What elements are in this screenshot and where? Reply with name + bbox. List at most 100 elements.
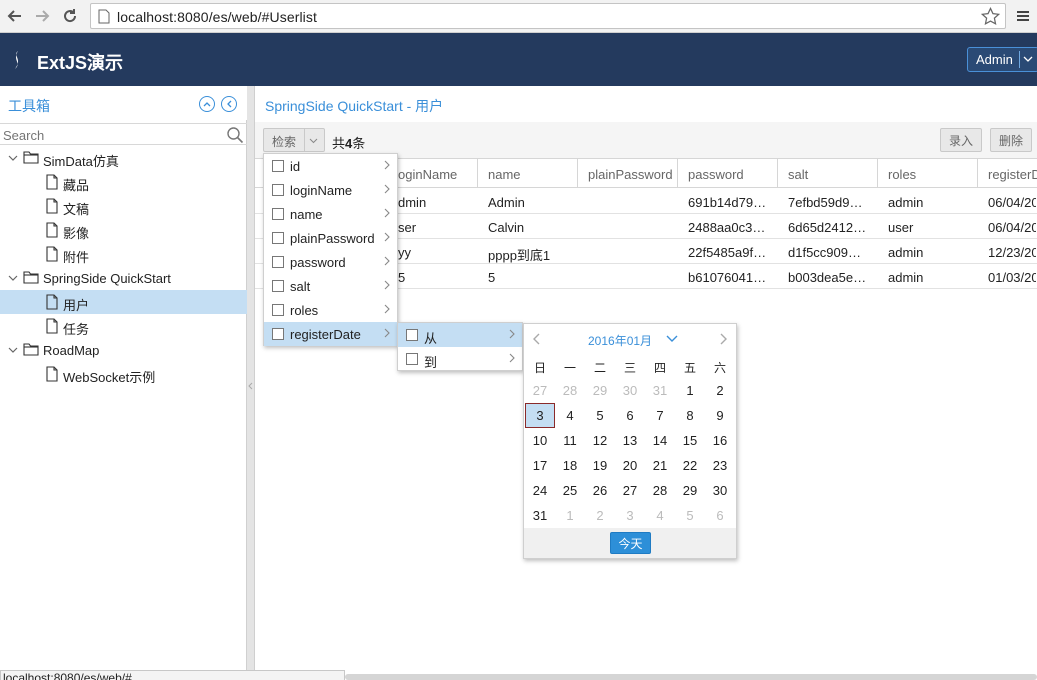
search-filter-button[interactable]: 检索 — [263, 128, 325, 152]
date-cell[interactable]: 26 — [585, 478, 615, 503]
date-cell[interactable]: 2 — [705, 378, 735, 403]
tree-item[interactable]: WebSocket示例 — [0, 362, 247, 386]
date-cell[interactable]: 5 — [675, 503, 705, 528]
date-cell[interactable]: 30 — [705, 478, 735, 503]
date-cell[interactable]: 30 — [615, 378, 645, 403]
menu-item[interactable]: password — [264, 250, 397, 274]
date-cell[interactable]: 1 — [555, 503, 585, 528]
date-cell[interactable]: 23 — [705, 453, 735, 478]
date-cell[interactable]: 31 — [525, 503, 555, 528]
address-bar[interactable]: localhost:8080/es/web/#Userlist — [90, 3, 1006, 29]
expand-chevron-icon[interactable] — [7, 344, 19, 356]
date-cell[interactable]: 19 — [585, 453, 615, 478]
horizontal-scrollbar[interactable] — [345, 674, 1037, 680]
date-cell[interactable]: 24 — [525, 478, 555, 503]
browser-menu-icon[interactable] — [1012, 5, 1034, 27]
month-dropdown-icon[interactable] — [666, 335, 678, 343]
menu-checkbox[interactable] — [272, 328, 284, 340]
add-button[interactable]: 录入 — [940, 128, 982, 152]
bookmark-star-icon[interactable] — [981, 7, 1000, 26]
forward-arrow-icon[interactable] — [31, 5, 53, 27]
search-input[interactable] — [3, 126, 218, 144]
user-menu-button[interactable]: Admin — [967, 47, 1037, 72]
menu-item[interactable]: registerDate — [264, 322, 397, 346]
date-cell[interactable]: 7 — [645, 403, 675, 428]
date-cell[interactable]: 11 — [555, 428, 585, 453]
date-cell[interactable]: 20 — [615, 453, 645, 478]
date-cell[interactable]: 29 — [585, 378, 615, 403]
column-header[interactable]: registerD — [978, 159, 1037, 188]
menu-item[interactable]: loginName — [264, 178, 397, 202]
menu-item[interactable]: id — [264, 154, 397, 178]
tree-item[interactable]: 影像 — [0, 218, 247, 242]
column-header[interactable]: salt — [778, 159, 878, 188]
tree-item[interactable]: 藏品 — [0, 170, 247, 194]
collapse-left-icon[interactable] — [221, 96, 237, 112]
splitter-collapse-icon[interactable] — [248, 382, 253, 390]
tree-item[interactable]: SimData仿真 — [0, 146, 247, 170]
prev-month-icon[interactable] — [532, 333, 540, 345]
column-header[interactable]: password — [678, 159, 778, 188]
tree-item[interactable]: 文稿 — [0, 194, 247, 218]
back-arrow-icon[interactable] — [4, 5, 26, 27]
column-header[interactable]: name — [478, 159, 578, 188]
date-cell[interactable]: 10 — [525, 428, 555, 453]
column-header[interactable]: roles — [878, 159, 978, 188]
menu-checkbox[interactable] — [406, 353, 418, 365]
menu-checkbox[interactable] — [272, 280, 284, 292]
column-header[interactable]: oginName — [388, 159, 478, 188]
date-cell[interactable]: 1 — [675, 378, 705, 403]
date-cell[interactable]: 16 — [705, 428, 735, 453]
date-cell[interactable]: 2 — [585, 503, 615, 528]
date-cell[interactable]: 15 — [675, 428, 705, 453]
date-cell[interactable]: 4 — [555, 403, 585, 428]
panel-splitter[interactable] — [247, 86, 255, 680]
tree-item[interactable]: 任务 — [0, 314, 247, 338]
collapse-up-icon[interactable] — [199, 96, 215, 112]
menu-item[interactable]: roles — [264, 298, 397, 322]
month-label[interactable]: 2016年01月 — [588, 332, 652, 349]
date-cell[interactable]: 28 — [555, 378, 585, 403]
menu-item[interactable]: 从 — [398, 323, 522, 347]
date-cell[interactable]: 6 — [615, 403, 645, 428]
date-cell[interactable]: 4 — [645, 503, 675, 528]
date-cell[interactable]: 3 — [525, 403, 555, 428]
today-button[interactable]: 今天 — [610, 532, 651, 554]
expand-chevron-icon[interactable] — [7, 272, 19, 284]
menu-checkbox[interactable] — [272, 184, 284, 196]
menu-item[interactable]: name — [264, 202, 397, 226]
search-icon[interactable] — [226, 126, 244, 144]
date-cell[interactable]: 8 — [675, 403, 705, 428]
date-cell[interactable]: 12 — [585, 428, 615, 453]
menu-item[interactable]: salt — [264, 274, 397, 298]
date-cell[interactable]: 5 — [585, 403, 615, 428]
menu-item[interactable]: plainPassword — [264, 226, 397, 250]
date-cell[interactable]: 13 — [615, 428, 645, 453]
date-cell[interactable]: 27 — [525, 378, 555, 403]
delete-button[interactable]: 删除 — [990, 128, 1032, 152]
reload-icon[interactable] — [59, 5, 81, 27]
date-cell[interactable]: 18 — [555, 453, 585, 478]
menu-checkbox[interactable] — [406, 329, 418, 341]
date-cell[interactable]: 31 — [645, 378, 675, 403]
date-cell[interactable]: 22 — [675, 453, 705, 478]
date-cell[interactable]: 21 — [645, 453, 675, 478]
menu-checkbox[interactable] — [272, 160, 284, 172]
menu-checkbox[interactable] — [272, 208, 284, 220]
date-cell[interactable]: 28 — [645, 478, 675, 503]
menu-checkbox[interactable] — [272, 232, 284, 244]
date-cell[interactable]: 6 — [705, 503, 735, 528]
next-month-icon[interactable] — [720, 333, 728, 345]
tree-item[interactable]: 附件 — [0, 242, 247, 266]
date-cell[interactable]: 9 — [705, 403, 735, 428]
tree-item[interactable]: RoadMap — [0, 338, 247, 362]
date-cell[interactable]: 25 — [555, 478, 585, 503]
date-cell[interactable]: 3 — [615, 503, 645, 528]
tree-item[interactable]: SpringSide QuickStart — [0, 266, 247, 290]
menu-item[interactable]: 到 — [398, 347, 522, 371]
expand-chevron-icon[interactable] — [7, 152, 19, 164]
menu-checkbox[interactable] — [272, 304, 284, 316]
column-header[interactable]: plainPassword — [578, 159, 678, 188]
date-cell[interactable]: 27 — [615, 478, 645, 503]
date-cell[interactable]: 17 — [525, 453, 555, 478]
